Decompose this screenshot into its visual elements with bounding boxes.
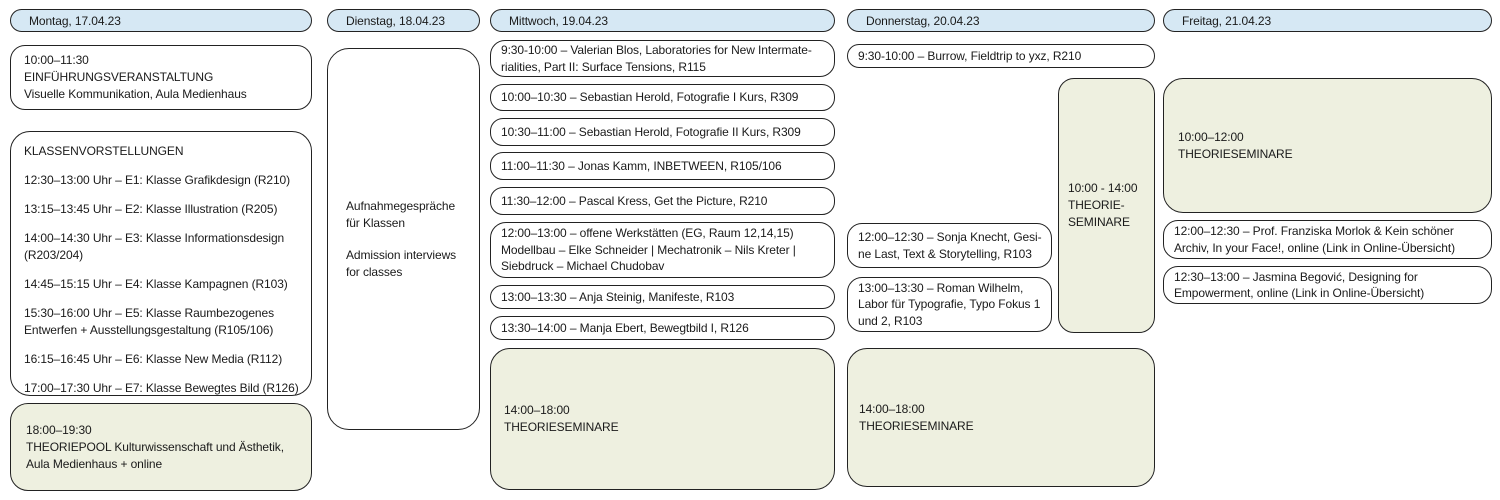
event-intro-session: 10:00–11:30EINFÜHRUNGSVERANSTALTUNGVisue…	[10, 45, 312, 110]
day-header-thursday: Donnerstag, 20.04.23	[847, 9, 1155, 32]
event-designing-for-empowerment: 12:30–13:00 – Jasmina Begović, Designing…	[1163, 266, 1492, 304]
event-manifeste: 13:00–13:30 – Anja Steinig, Manifeste, R…	[490, 285, 835, 309]
event-text: 12:00–12:30 – Prof. Franziska Morlok & K…	[1174, 223, 1483, 256]
event-fotografie-1: 10:00–10:30 – Sebastian Herold, Fotograf…	[490, 84, 835, 111]
highlight-theorieseminare-friday: 10:00–12:00THEORIESEMINARE	[1163, 78, 1492, 213]
event-get-the-picture: 11:30–12:00 – Pascal Kress, Get the Pict…	[490, 187, 835, 215]
event-entry-list: 12:30–13:00 Uhr – E1: Klasse Grafikdesig…	[24, 172, 299, 397]
event-text: 12:00–12:30 – Sonja Knecht, Gesi-ne Last…	[858, 229, 1043, 262]
day-header-wednesday: Mittwoch, 19.04.23	[490, 9, 835, 32]
event-text-storytelling: 12:00–12:30 – Sonja Knecht, Gesi-ne Last…	[847, 223, 1052, 268]
event-bewegtbild: 13:30–14:00 – Manja Ebert, Bewegtbild I,…	[490, 316, 835, 340]
event-text: 9:30-10:00 – Valerian Blos, Laboratories…	[501, 42, 826, 75]
event-text: 10:00–10:30 – Sebastian Herold, Fotograf…	[501, 89, 798, 106]
day-header-label: Freitag, 21.04.23	[1182, 14, 1271, 28]
event-fieldtrip: 9:30-10:00 – Burrow, Fieldtrip to yxz, R…	[847, 44, 1155, 68]
weekly-schedule: Montag, 17.04.23 10:00–11:30EINFÜHRUNGSV…	[0, 0, 1500, 500]
event-in-your-face: 12:00–12:30 – Prof. Franziska Morlok & K…	[1163, 220, 1492, 259]
day-header-label: Montag, 17.04.23	[29, 14, 121, 28]
event-admission-interviews: Aufnahmegespräche für KlassenAdmission i…	[327, 48, 480, 430]
event-text: 10:30–11:00 – Sebastian Herold, Fotograf…	[501, 124, 801, 141]
highlight-theorieseminare-morning: 10:00 - 14:00THEORIE-SEMINARE	[1058, 78, 1155, 333]
event-valerian-blos: 9:30-10:00 – Valerian Blos, Laboratories…	[490, 40, 835, 77]
event-text: 11:00–11:30 – Jonas Kamm, INBETWEEN, R10…	[501, 158, 782, 175]
day-header-label: Donnerstag, 20.04.23	[866, 14, 979, 28]
event-inbetween: 11:00–11:30 – Jonas Kamm, INBETWEEN, R10…	[490, 152, 835, 180]
event-offene-werkstaetten: 12:00–13:00 – offene Werkstätten (EG, Ra…	[490, 222, 835, 278]
day-header-label: Dienstag, 18.04.23	[346, 14, 445, 28]
event-text: 12:00–13:00 – offene Werkstätten (EG, Ra…	[501, 225, 826, 275]
highlight-theorieseminare-thursday: 14:00–18:00THEORIESEMINARE	[847, 348, 1155, 487]
event-title: KLASSENVORSTELLUNGEN	[24, 143, 299, 160]
event-fotografie-2: 10:30–11:00 – Sebastian Herold, Fotograf…	[490, 118, 835, 146]
event-labor-typografie: 13:00–13:30 – Roman Wilhelm, Labor für T…	[847, 277, 1052, 332]
event-class-presentations: KLASSENVORSTELLUNGEN 12:30–13:00 Uhr – E…	[10, 131, 312, 396]
day-header-monday: Montag, 17.04.23	[10, 9, 312, 32]
event-text: 13:30–14:00 – Manja Ebert, Bewegtbild I,…	[501, 320, 749, 337]
event-text: 13:00–13:30 – Anja Steinig, Manifeste, R…	[501, 289, 734, 306]
highlight-theorieseminare-wednesday: 14:00–18:00THEORIESEMINARE	[490, 348, 835, 490]
event-text: 9:30-10:00 – Burrow, Fieldtrip to yxz, R…	[858, 48, 1081, 65]
day-header-tuesday: Dienstag, 18.04.23	[327, 9, 480, 32]
event-text: 13:00–13:30 – Roman Wilhelm, Labor für T…	[858, 280, 1043, 330]
day-header-friday: Freitag, 21.04.23	[1163, 9, 1492, 32]
event-text: 11:30–12:00 – Pascal Kress, Get the Pict…	[501, 193, 767, 210]
event-paragraphs: Aufnahmegespräche für KlassenAdmission i…	[346, 198, 463, 281]
highlight-theoriepool: 18:00–19:30THEORIEPOOL Kulturwissenschaf…	[10, 403, 312, 491]
event-text: 12:30–13:00 – Jasmina Begović, Designing…	[1174, 269, 1483, 302]
day-header-label: Mittwoch, 19.04.23	[509, 14, 608, 28]
